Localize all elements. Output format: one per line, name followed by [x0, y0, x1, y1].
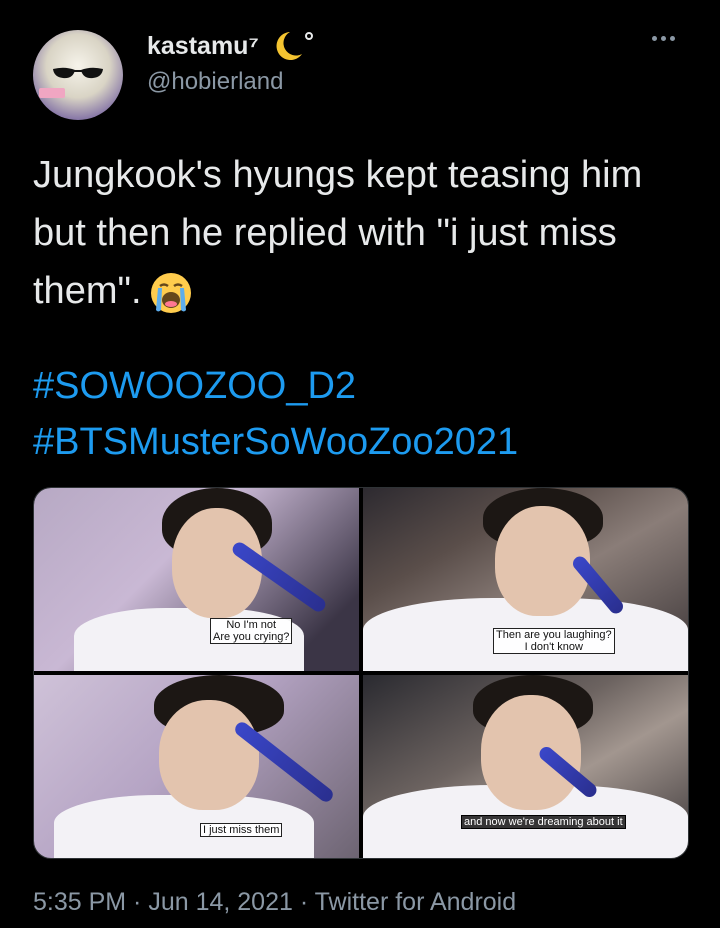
avatar-sticker [39, 88, 65, 98]
media-image[interactable]: I just miss them [34, 675, 359, 858]
tweet-timestamp[interactable]: 5:35 PM · Jun 14, 2021 · Twitter for And… [33, 888, 516, 917]
media-image[interactable]: No I'm not Are you crying? [34, 488, 359, 671]
more-options-icon[interactable] [652, 36, 675, 41]
display-name[interactable]: kastamu⁷ [147, 32, 259, 61]
avatar[interactable] [33, 30, 123, 120]
tweet-text: Jungkook's hyungs kept teasing him but t… [33, 146, 683, 320]
media-image[interactable]: Then are you laughing? I don't know [363, 488, 688, 671]
hashtag-link[interactable]: #SOWOOZOO_D2 [33, 358, 518, 414]
user-handle[interactable]: @hobierland [147, 68, 283, 96]
crescent-moon-icon [276, 32, 313, 60]
subtitle: I just miss them [200, 823, 283, 837]
hashtag-link[interactable]: #BTSMusterSoWooZoo2021 [33, 414, 518, 470]
subtitle: No I'm not Are you crying? [210, 618, 293, 644]
tweet-body: Jungkook's hyungs kept teasing him but t… [33, 154, 643, 312]
subtitle: and now we're dreaming about it [461, 815, 626, 829]
hashtags: #SOWOOZOO_D2 #BTSMusterSoWooZoo2021 [33, 358, 518, 470]
media-image[interactable]: and now we're dreaming about it [363, 675, 688, 858]
media-grid[interactable]: No I'm not Are you crying? Then are you … [33, 487, 689, 859]
subtitle: Then are you laughing? I don't know [493, 628, 615, 654]
loudly-crying-face-emoji [150, 272, 191, 313]
sunglasses-icon [53, 67, 103, 79]
